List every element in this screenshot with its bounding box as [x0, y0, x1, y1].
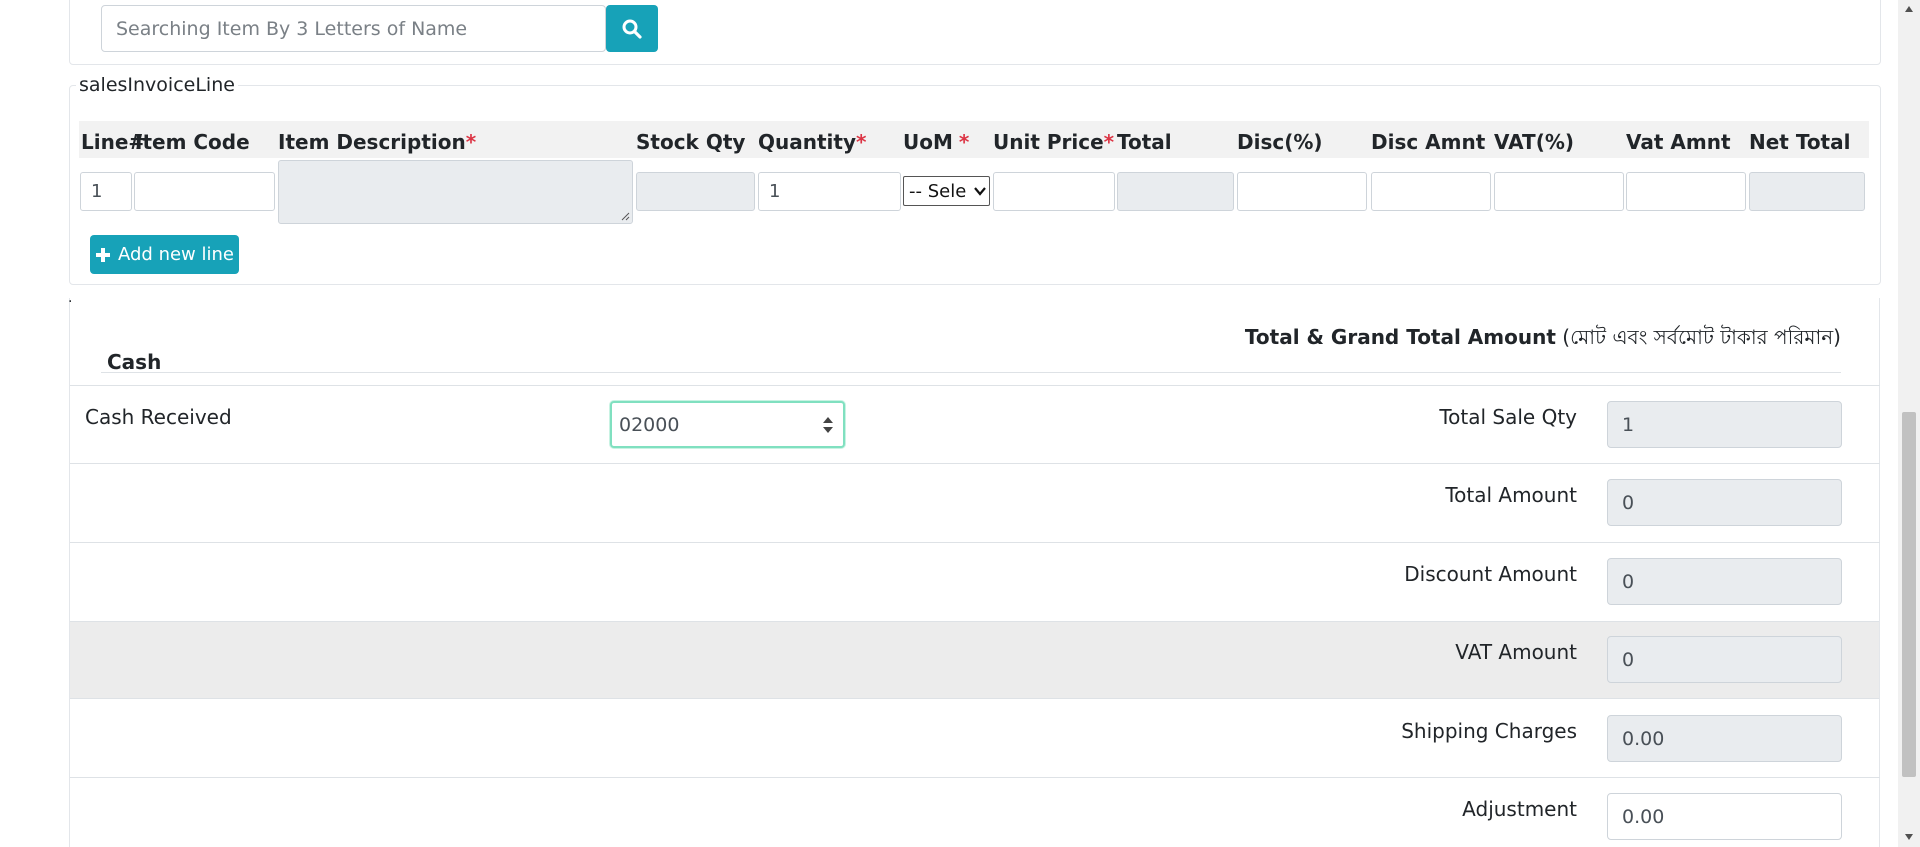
column-header: Stock Qty [636, 130, 745, 154]
uom-selected-value: -- Sele [909, 180, 967, 202]
plus-icon [96, 247, 110, 262]
column-header: Disc(%) [1237, 130, 1323, 154]
stock-qty-input [636, 172, 755, 211]
quantity-input[interactable]: 1 [758, 172, 901, 211]
totals-divider [70, 385, 1880, 386]
item-code-input[interactable] [134, 172, 275, 211]
cash-received-value: 02000 [619, 413, 680, 436]
line-number-input[interactable]: 1 [80, 172, 132, 211]
totals-field-input[interactable]: 0.00 [1607, 793, 1842, 840]
column-header: Net Total [1749, 130, 1850, 154]
stray-dot: . [68, 290, 73, 306]
totals-field-value: 0.00 [1622, 727, 1665, 750]
column-header: Item Code [135, 130, 250, 154]
totals-divider [70, 542, 1880, 543]
totals-header-rule [101, 372, 1841, 373]
totals-field-label: Total Sale Qty [1439, 405, 1577, 429]
column-header-label: Item Description [278, 130, 466, 154]
column-header-label: Stock Qty [636, 130, 746, 154]
totals-field-value: 0.00 [1622, 805, 1665, 828]
column-header: UoM * [903, 130, 969, 154]
column-header-label: Item Code [135, 130, 250, 154]
totals-left-border [69, 298, 70, 847]
column-header: Total [1117, 130, 1172, 154]
column-header: Unit Price* [993, 130, 1114, 154]
totals-divider [70, 463, 1880, 464]
chevron-down-icon [974, 187, 986, 196]
totals-field-input: 0.00 [1607, 715, 1842, 762]
number-spinner-icon[interactable] [822, 415, 834, 435]
uom-select[interactable]: -- Sele [903, 176, 990, 206]
vat-amnt-input[interactable] [1626, 172, 1746, 211]
column-header: Disc Amnt [1371, 130, 1485, 154]
totals-field-input: 0 [1607, 479, 1842, 526]
net-total-input [1749, 172, 1865, 211]
search-icon [622, 19, 642, 39]
totals-title-bangla: (মোট এবং সর্বমোট টাকার পরিমান) [1562, 325, 1841, 349]
scroll-up-icon[interactable] [1904, 5, 1914, 13]
column-header-label: VAT(%) [1494, 130, 1575, 154]
totals-field-value: 0 [1622, 648, 1635, 671]
resize-handle-icon[interactable] [620, 211, 630, 221]
scroll-down-icon[interactable] [1904, 833, 1914, 841]
line-number-value: 1 [91, 181, 103, 202]
unit-price-input[interactable] [993, 172, 1115, 211]
invoice-line-legend: salesInvoiceLine [76, 74, 238, 96]
totals-field-input: 1 [1607, 401, 1842, 448]
column-header: Item Description* [278, 130, 476, 154]
column-header-label: Disc(%) [1237, 130, 1323, 154]
search-input[interactable]: Searching Item By 3 Letters of Name [101, 5, 606, 52]
totals-field-value: 1 [1622, 413, 1635, 436]
cash-heading: Cash [107, 350, 162, 374]
totals-title-bold: Total & Grand Total Amount [1244, 325, 1556, 349]
search-button[interactable] [606, 5, 658, 52]
totals-divider [70, 777, 1880, 778]
vat-pct-input[interactable] [1494, 172, 1624, 211]
column-header-label: Unit Price [993, 130, 1104, 154]
column-header-label: Vat Amnt [1626, 130, 1731, 154]
totals-field-label: Total Amount [1445, 483, 1577, 507]
cash-received-input[interactable]: 02000 [610, 401, 845, 448]
search-placeholder: Searching Item By 3 Letters of Name [116, 17, 468, 40]
totals-field-value: 0 [1622, 570, 1635, 593]
add-new-line-label: Add new line [118, 244, 234, 265]
column-header-label: Disc Amnt [1371, 130, 1486, 154]
column-header-label: Quantity [758, 130, 856, 154]
column-header: Vat Amnt [1626, 130, 1731, 154]
totals-field-input: 0 [1607, 558, 1842, 605]
disc-amnt-input[interactable] [1371, 172, 1491, 211]
total-input [1117, 172, 1234, 211]
totals-field-value: 0 [1622, 491, 1635, 514]
vertical-scrollbar[interactable] [1898, 0, 1920, 847]
required-asterisk: * [958, 130, 970, 154]
column-header-label: Net Total [1749, 130, 1851, 154]
column-header-label: Total [1117, 130, 1172, 154]
totals-field-input: 0 [1607, 636, 1842, 683]
add-new-line-button[interactable]: Add new line [90, 235, 239, 274]
column-header: VAT(%) [1494, 130, 1574, 154]
quantity-value: 1 [769, 181, 781, 202]
scrollbar-thumb[interactable] [1902, 412, 1916, 777]
disc-pct-input[interactable] [1237, 172, 1367, 211]
column-header-label: UoM [903, 130, 953, 154]
required-asterisk: * [465, 130, 477, 154]
column-header: Quantity* [758, 130, 866, 154]
totals-field-label: Shipping Charges [1401, 719, 1577, 743]
totals-right-border [1879, 298, 1880, 847]
totals-title: Total & Grand Total Amount (মোট এবং সর্ব… [1245, 323, 1841, 356]
totals-field-label: Adjustment [1462, 797, 1577, 821]
item-description-textarea[interactable] [278, 160, 633, 224]
totals-field-label: Discount Amount [1404, 562, 1577, 586]
required-asterisk: * [1103, 130, 1115, 154]
cash-received-label: Cash Received [85, 405, 232, 429]
totals-field-label: VAT Amount [1455, 640, 1577, 664]
required-asterisk: * [856, 130, 867, 154]
